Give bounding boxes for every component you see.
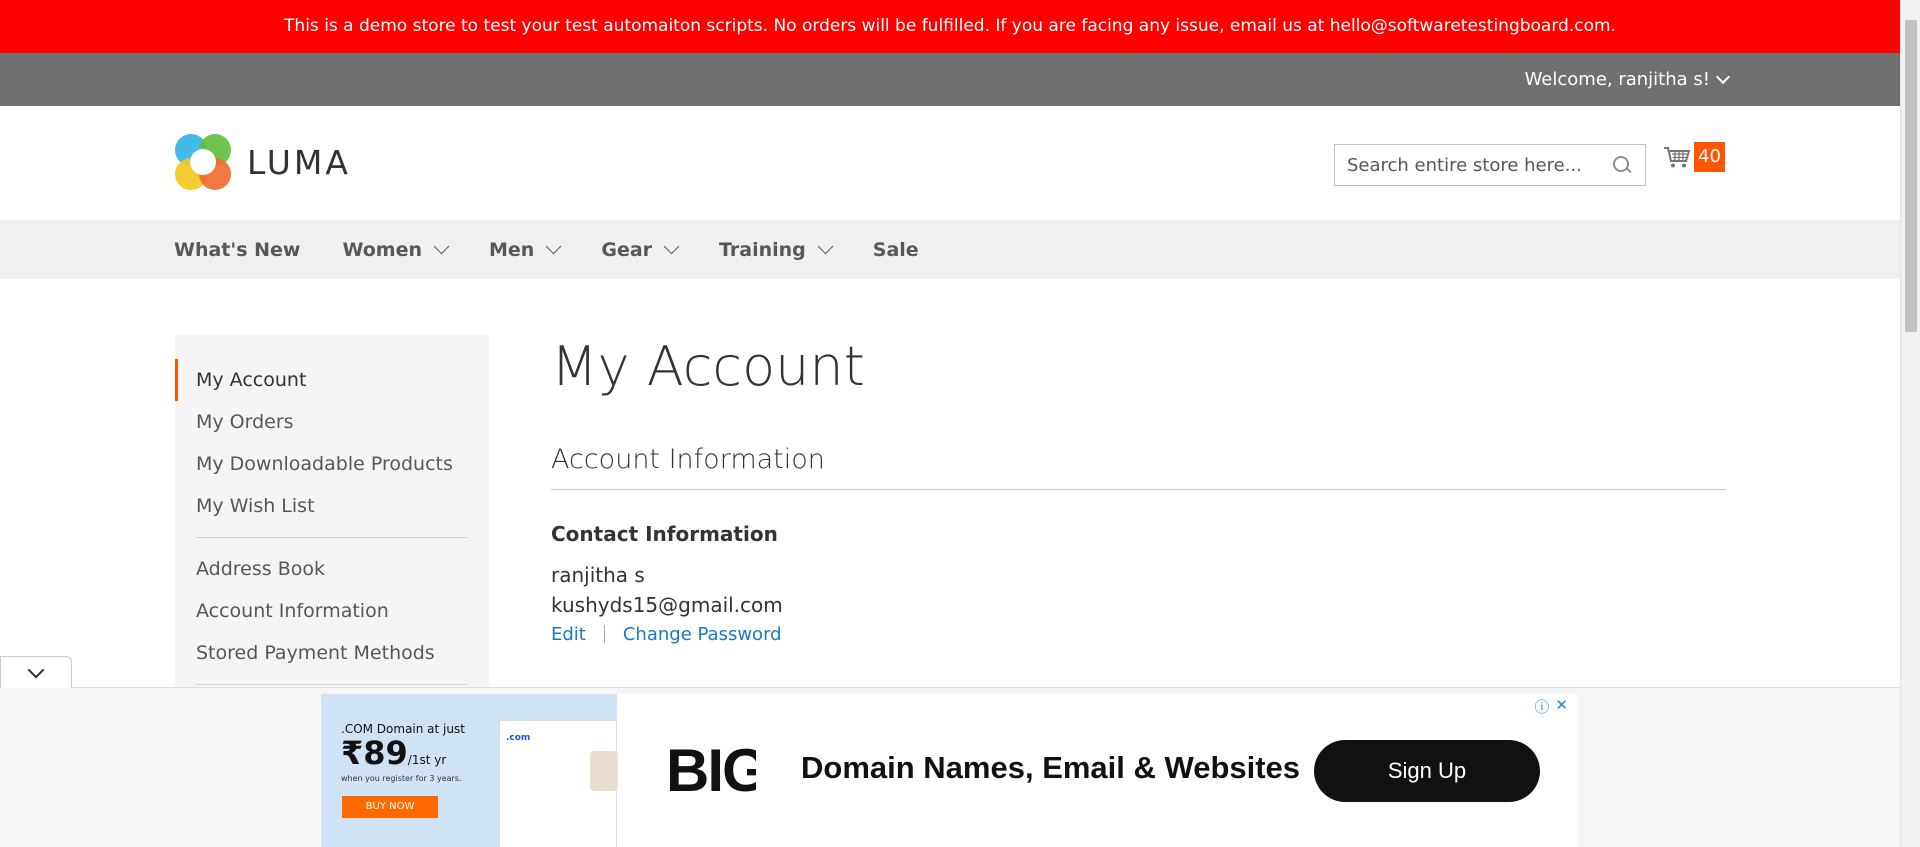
sidebar-item-label: Account Information xyxy=(196,600,389,622)
ad-price-suffix: /1st yr xyxy=(407,753,447,767)
ad-thumbnail[interactable]: .COM Domain at just ₹89/1st yr when you … xyxy=(321,694,618,847)
sidebar-item-my-orders[interactable]: My Orders xyxy=(175,401,489,443)
nav-item-label: Gear xyxy=(601,238,653,261)
customer-email: kushyds15@gmail.com xyxy=(551,592,783,617)
search-input[interactable] xyxy=(1347,154,1611,176)
logo[interactable]: LUMA xyxy=(175,134,351,190)
sidebar-item-account-information[interactable]: Account Information xyxy=(175,590,489,632)
sidebar-item-stored-payment-methods[interactable]: Stored Payment Methods xyxy=(175,632,489,674)
ad-banner-area: .COM Domain at just ₹89/1st yr when you … xyxy=(0,687,1900,847)
page-title: My Account xyxy=(551,335,865,398)
nav-item-label: Men xyxy=(489,238,535,261)
ad-sign-up-button[interactable]: Sign Up xyxy=(1314,740,1540,802)
cart-count-badge: 40 xyxy=(1694,142,1725,172)
sidebar-item-address-book[interactable]: Address Book xyxy=(175,548,489,590)
main-navigation: What's New Women Men Gear Training Sale xyxy=(0,220,1900,279)
contact-info-title: Contact Information xyxy=(551,521,778,546)
ad-collapse-button[interactable] xyxy=(0,656,72,688)
nav-item-training[interactable]: Training xyxy=(719,238,834,261)
nav-item-label: Sale xyxy=(872,238,919,261)
search-icon[interactable] xyxy=(1611,154,1633,176)
ad-banner[interactable]: .COM Domain at just ₹89/1st yr when you … xyxy=(321,694,1578,847)
sidebar-item-label: My Account xyxy=(196,369,307,391)
chevron-down-icon xyxy=(433,238,450,255)
change-password-link[interactable]: Change Password xyxy=(623,624,782,645)
chevron-down-icon xyxy=(27,661,45,678)
ad-headline: Domain Names, Email & Websites xyxy=(801,750,1301,785)
scrollbar-thumb[interactable] xyxy=(1905,20,1917,332)
sidebar-item-wish-list[interactable]: My Wish List xyxy=(175,485,489,527)
ad-thumb-price: ₹89/1st yr xyxy=(341,734,446,772)
nav-item-men[interactable]: Men xyxy=(489,238,562,261)
contact-actions: Edit Change Password xyxy=(551,624,1726,645)
ad-controls: ⓘ ✕ xyxy=(1534,696,1568,717)
page-scrollbar[interactable] xyxy=(1900,0,1920,847)
chevron-down-icon xyxy=(1715,69,1731,84)
chevron-down-icon xyxy=(817,238,834,255)
nav-item-label: What's New xyxy=(174,238,301,261)
sidebar-item-label: Address Book xyxy=(196,558,325,580)
sidebar-divider xyxy=(196,537,467,538)
ad-mockup-domain: .com xyxy=(506,733,531,743)
demo-notice-bar: This is a demo store to test your test a… xyxy=(0,0,1900,53)
main-column: My Account Account Information Contact I… xyxy=(551,335,1726,645)
nav-item-label: Training xyxy=(719,238,806,261)
section-title: Account Information xyxy=(551,444,1726,490)
ad-buy-now-button[interactable]: BUY NOW xyxy=(342,796,438,818)
sidebar-item-label: Stored Payment Methods xyxy=(196,642,435,664)
ad-close-icon[interactable]: ✕ xyxy=(1555,696,1568,717)
customer-welcome-menu[interactable]: Welcome, ranjitha s! xyxy=(1524,53,1731,106)
nav-item-gear[interactable]: Gear xyxy=(601,238,680,261)
demo-notice-text: This is a demo store to test your test a… xyxy=(284,16,1616,36)
edit-link[interactable]: Edit xyxy=(551,624,586,645)
ad-brand-logo: BIG xyxy=(666,737,756,804)
ad-product-image xyxy=(590,751,618,791)
contact-info: ranjitha s kushyds15@gmail.com xyxy=(551,560,1726,620)
logo-text: LUMA xyxy=(247,142,351,182)
action-divider xyxy=(603,625,605,644)
welcome-text: Welcome, ranjitha s! xyxy=(1524,69,1710,90)
nav-item-label: Women xyxy=(342,238,423,261)
sidebar-item-label: My Wish List xyxy=(196,495,315,517)
chevron-down-icon xyxy=(546,238,562,255)
ad-mockup-image: .com xyxy=(499,720,618,847)
nav-item-women[interactable]: Women xyxy=(342,238,450,261)
sidebar-item-my-account[interactable]: My Account xyxy=(175,359,489,401)
search-box xyxy=(1334,144,1646,186)
ad-thumb-note: when you register for 3 years. xyxy=(341,774,462,783)
nav-item-whats-new[interactable]: What's New xyxy=(174,239,300,261)
panel-header: Welcome, ranjitha s! xyxy=(0,53,1900,106)
luma-logo-icon xyxy=(175,134,231,190)
site-header: LUMA 40 xyxy=(0,106,1900,220)
sidebar-item-downloadable-products[interactable]: My Downloadable Products xyxy=(175,443,489,485)
ad-price: ₹89 xyxy=(341,734,408,772)
customer-name: ranjitha s xyxy=(551,562,645,587)
nav-item-sale[interactable]: Sale xyxy=(873,239,919,261)
sidebar-divider xyxy=(196,684,467,685)
page-content: My Account My Orders My Downloadable Pro… xyxy=(0,279,1900,739)
account-sidebar: My Account My Orders My Downloadable Pro… xyxy=(175,335,489,735)
sidebar-item-label: My Downloadable Products xyxy=(196,453,453,475)
cart-icon xyxy=(1664,147,1691,168)
chevron-down-icon xyxy=(663,238,680,255)
sidebar-item-label: My Orders xyxy=(196,411,294,433)
minicart[interactable]: 40 xyxy=(1662,142,1725,172)
ad-info-icon[interactable]: ⓘ xyxy=(1534,696,1549,717)
